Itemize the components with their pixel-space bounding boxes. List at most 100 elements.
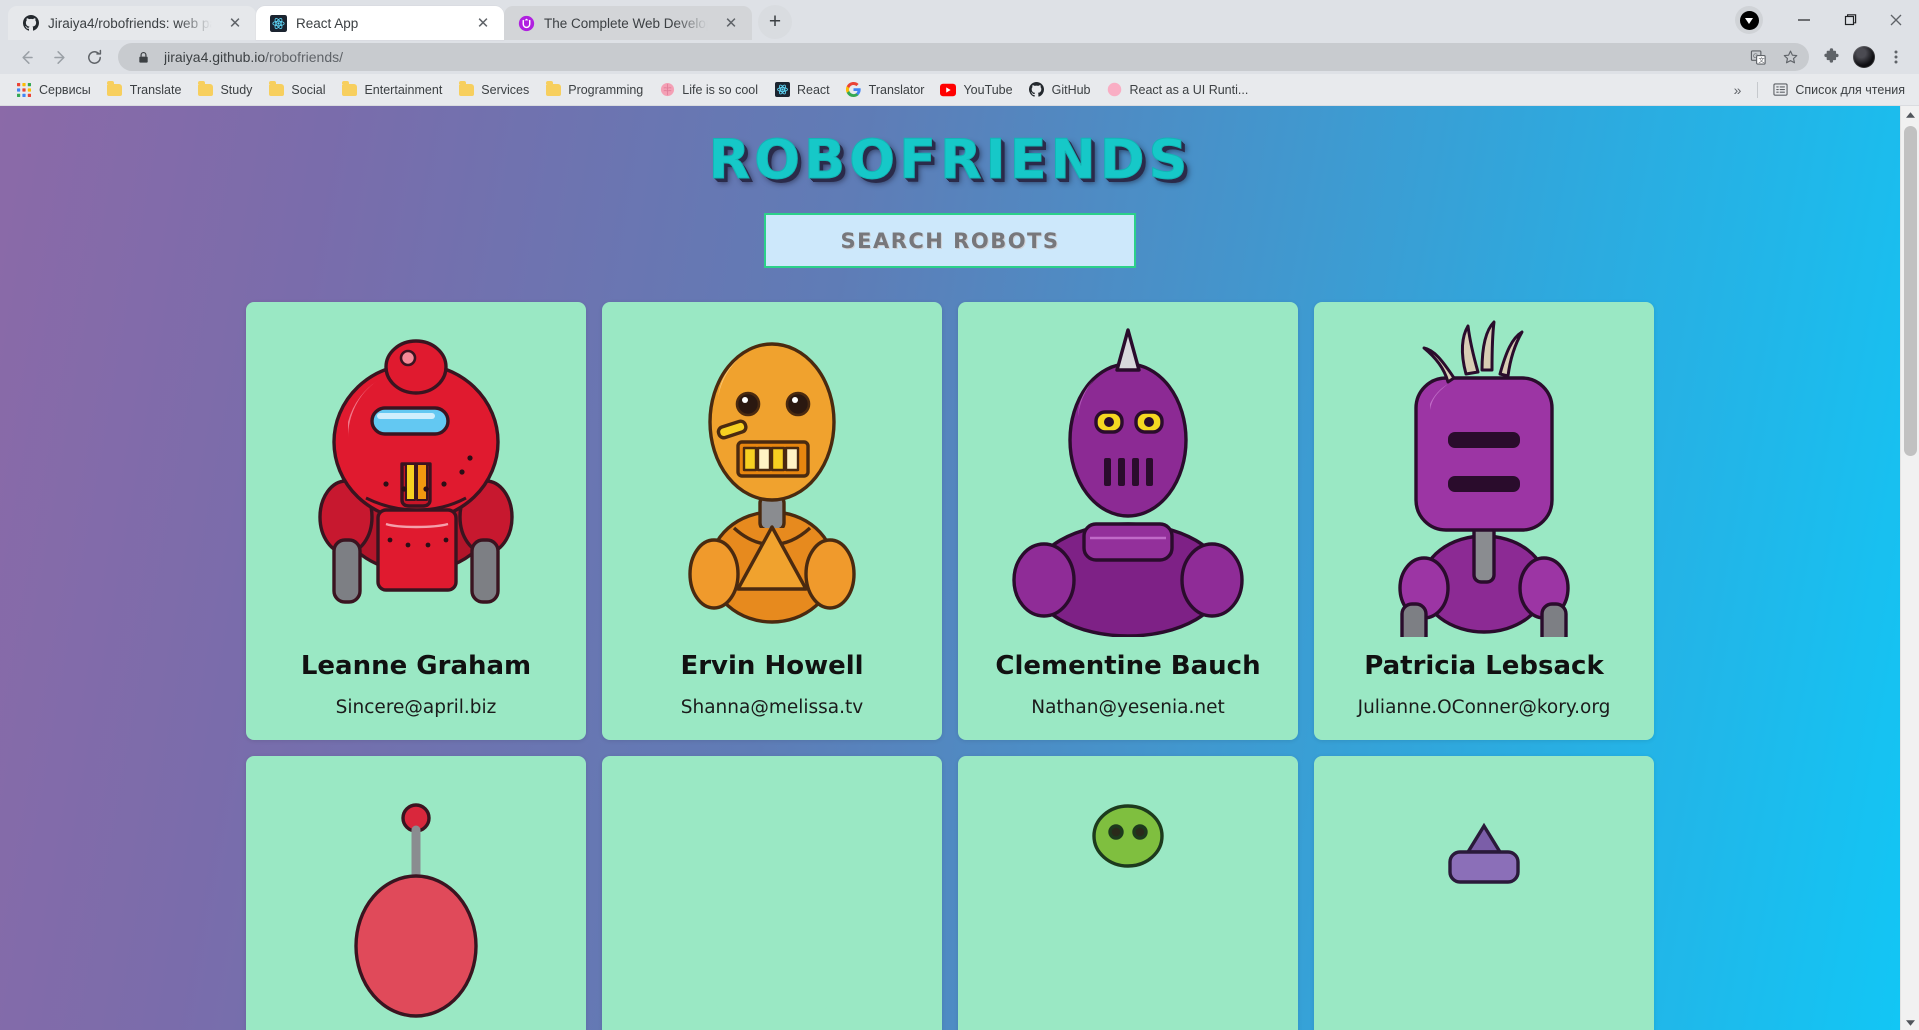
- react-icon: [270, 14, 287, 32]
- robot-avatar-blank: [712, 886, 832, 1016]
- url-path: /robofriends/: [265, 49, 343, 65]
- robot-card[interactable]: Ervin Howell Shanna@melissa.tv: [602, 302, 942, 740]
- profile-avatar[interactable]: [1849, 42, 1879, 72]
- bookmark-item-react[interactable]: React: [766, 78, 838, 102]
- bookmark-label: React: [797, 82, 830, 97]
- reading-list-button[interactable]: Список для чтения: [1764, 78, 1913, 102]
- bookmark-label: YouTube: [963, 82, 1013, 97]
- bookmark-label: Life is so cool: [682, 82, 758, 97]
- browser-update-button[interactable]: [1735, 6, 1763, 34]
- robot-name: Ervin Howell: [680, 651, 864, 681]
- robot-avatar-orange: [688, 342, 856, 624]
- bookmark-label: Study: [220, 82, 253, 97]
- bookmark-item-react-as-ui-runtime[interactable]: React as a UI Runti...: [1099, 78, 1257, 102]
- page-scrollbar[interactable]: [1900, 106, 1919, 1030]
- new-tab-button[interactable]: +: [758, 5, 792, 39]
- reload-button[interactable]: [78, 42, 110, 72]
- robot-avatar-red: [318, 339, 514, 604]
- robot-card[interactable]: Leanne Graham Sincere@april.biz: [246, 302, 586, 740]
- tab-title: React App: [296, 15, 359, 31]
- back-button[interactable]: [10, 42, 42, 72]
- bookmark-item-translator[interactable]: Translator: [838, 78, 933, 102]
- bookmark-item-entertainment[interactable]: Entertainment: [333, 78, 450, 102]
- robot-card[interactable]: [958, 756, 1298, 1030]
- bookmark-label: Сервисы: [39, 82, 91, 97]
- bookmark-item-life-is-so-cool[interactable]: Life is so cool: [651, 78, 766, 102]
- forward-button[interactable]: [44, 42, 76, 72]
- folder-icon: [341, 81, 357, 98]
- bookmark-item-social[interactable]: Social: [260, 78, 333, 102]
- tab-complete-web-developer[interactable]: The Complete Web Developer in ✕: [504, 6, 752, 40]
- scroll-up-arrow[interactable]: [1901, 106, 1919, 123]
- bookmark-label: Services: [481, 82, 530, 97]
- tab-strip: Jiraiya4/robofriends: web page fo ✕ Reac…: [0, 0, 1919, 40]
- bookmark-label: GitHub: [1051, 82, 1091, 97]
- robot-email: Shanna@melissa.tv: [680, 697, 864, 718]
- bookmark-item-programming[interactable]: Programming: [537, 78, 651, 102]
- tab-close-button[interactable]: ✕: [720, 12, 742, 34]
- robot-card[interactable]: [246, 756, 586, 1030]
- tab-close-button[interactable]: ✕: [224, 12, 246, 34]
- avatar: [1853, 46, 1875, 68]
- three-dot-menu-icon[interactable]: [1881, 42, 1911, 72]
- tab-title: The Complete Web Developer in: [544, 15, 711, 31]
- bookmark-item-youtube[interactable]: YouTube: [932, 78, 1020, 102]
- robot-card[interactable]: Patricia Lebsack Julianne.OConner@kory.o…: [1314, 302, 1654, 740]
- minimize-button[interactable]: [1781, 0, 1827, 40]
- robot-email: Sincere@april.biz: [335, 697, 497, 718]
- robot-avatar-purple-spike: [1012, 328, 1244, 637]
- toolbar-right-actions: [1817, 42, 1911, 72]
- bookmark-label: Social: [291, 82, 326, 97]
- robot-name: Patricia Lebsack: [1364, 651, 1604, 681]
- browser-toolbar: jiraiya4.github.io/robofriends/ G文: [0, 40, 1919, 74]
- tab-react-app[interactable]: React App ✕: [256, 6, 504, 40]
- brain-icon: [659, 82, 675, 98]
- tab-close-button[interactable]: ✕: [472, 12, 494, 34]
- bookmark-label: Translator: [868, 82, 925, 97]
- pink-circle-icon: [1107, 82, 1123, 98]
- bookmarks-bar: Сервисы Translate Study Social Entertain…: [0, 74, 1919, 106]
- folder-icon: [458, 81, 474, 98]
- page-title: ROBOFRIENDS: [708, 128, 1192, 192]
- react-icon: [774, 82, 790, 98]
- tab-github-robofriends[interactable]: Jiraiya4/robofriends: web page fo ✕: [8, 6, 256, 40]
- extensions-puzzle-icon[interactable]: [1817, 42, 1847, 72]
- window-controls: [1735, 0, 1919, 40]
- tab-title: Jiraiya4/robofriends: web page fo: [48, 15, 215, 31]
- folder-icon: [268, 81, 284, 98]
- bookmark-item-github[interactable]: GitHub: [1021, 78, 1099, 102]
- page-viewport: ROBOFRIENDS SEARCH ROBOTS Leanne Graham …: [0, 106, 1919, 1030]
- bookmark-item-translate[interactable]: Translate: [99, 78, 190, 102]
- url-host: jiraiya4.github.io: [164, 49, 266, 65]
- bookmark-item-study[interactable]: Study: [189, 78, 260, 102]
- robot-name: Leanne Graham: [300, 651, 532, 681]
- robot-avatar-green: [1092, 804, 1164, 868]
- google-apps-icon: [16, 82, 32, 98]
- bookmark-label: Translate: [129, 82, 182, 97]
- scroll-down-arrow[interactable]: [1901, 1014, 1919, 1030]
- github-icon: [22, 15, 39, 32]
- bookmark-label: React as a UI Runti...: [1129, 82, 1249, 97]
- robot-card[interactable]: [602, 756, 942, 1030]
- robot-avatar-partial: [1448, 822, 1520, 884]
- robot-avatar-purple-plume: [1398, 320, 1570, 637]
- search-input[interactable]: [764, 213, 1136, 268]
- scrollbar-thumb[interactable]: [1904, 126, 1917, 456]
- reading-list-label: Список для чтения: [1795, 82, 1905, 97]
- translate-icon[interactable]: G文: [1747, 46, 1769, 68]
- bookmark-item-services-ru[interactable]: Сервисы: [8, 78, 99, 102]
- folder-icon: [545, 81, 561, 98]
- robot-card[interactable]: [1314, 756, 1654, 1030]
- robot-card-grid: Leanne Graham Sincere@april.biz Ervin Ho…: [0, 268, 1900, 1030]
- bookmark-star-icon[interactable]: [1779, 46, 1801, 68]
- google-icon: [846, 82, 862, 98]
- robot-card[interactable]: Clementine Bauch Nathan@yesenia.net: [958, 302, 1298, 740]
- robot-avatar-antenna: [354, 803, 478, 1018]
- github-icon: [1029, 82, 1045, 98]
- address-bar[interactable]: jiraiya4.github.io/robofriends/ G文: [118, 43, 1809, 71]
- bookmark-item-services[interactable]: Services: [450, 78, 537, 102]
- close-window-button[interactable]: [1873, 0, 1919, 40]
- bookmarks-overflow-button[interactable]: »: [1724, 82, 1752, 98]
- reading-list-icon: [1772, 82, 1788, 98]
- maximize-button[interactable]: [1827, 0, 1873, 40]
